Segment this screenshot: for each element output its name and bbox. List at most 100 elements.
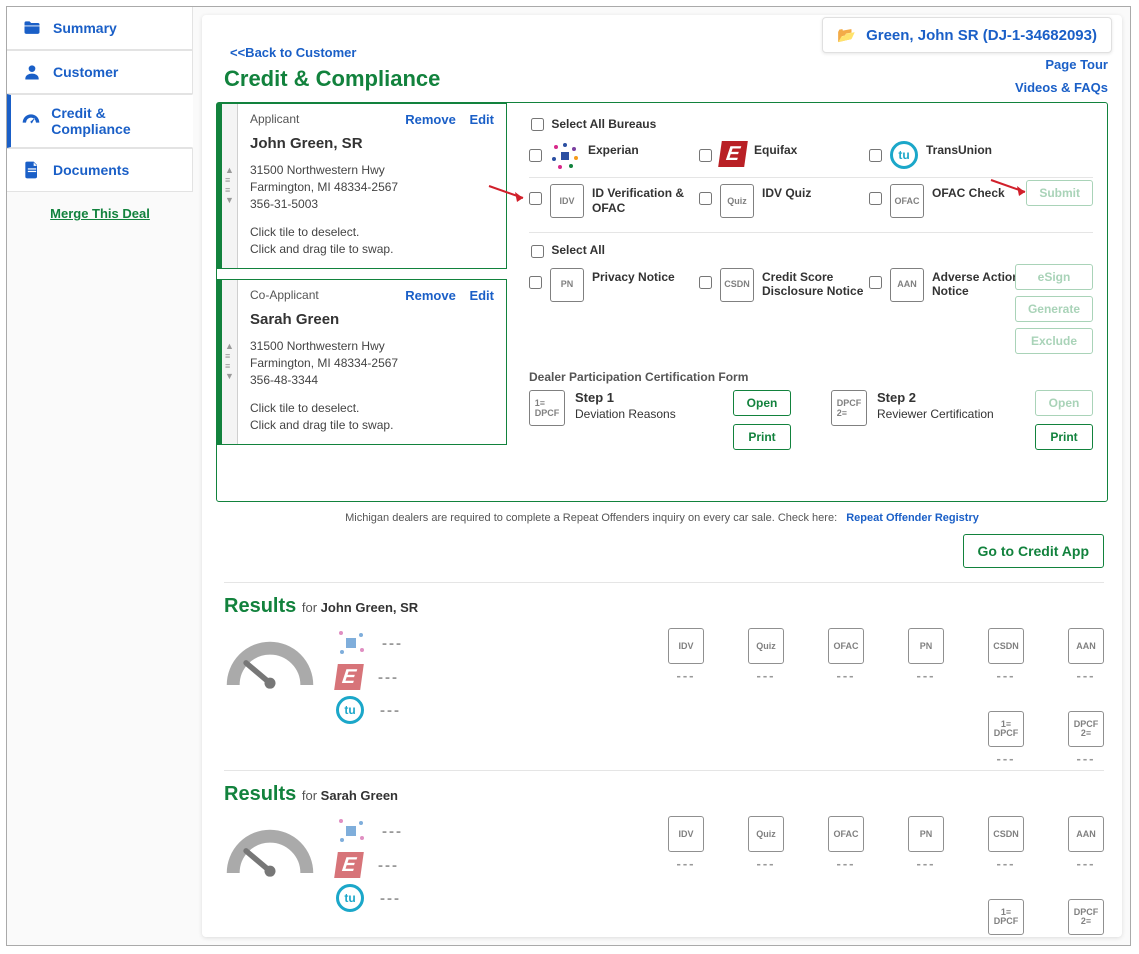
ofac-icon: OFAC <box>890 184 924 218</box>
transunion-icon: tu <box>336 884 364 912</box>
idv-ofac-checkbox[interactable] <box>529 192 542 205</box>
result-dpcf1[interactable]: 1≡DPCF--- <box>988 711 1024 766</box>
merge-deal-link[interactable]: Merge This Deal <box>7 192 193 235</box>
edit-link[interactable]: Edit <box>469 112 494 127</box>
ofac-checkbox[interactable] <box>869 192 882 205</box>
csdn-checkbox[interactable] <box>699 276 712 289</box>
gauge-icon <box>21 110 41 132</box>
annotation-arrow-icon <box>487 184 527 204</box>
result-ofac[interactable]: OFAC--- <box>828 816 864 871</box>
csdn-icon: CSDN <box>720 268 754 302</box>
repeat-offender-link[interactable]: Repeat Offender Registry <box>846 512 979 524</box>
quiz-icon: Quiz <box>720 184 754 218</box>
dpcf2-icon: DPCF2≡ <box>831 390 867 426</box>
nav-label: Credit & Compliance <box>51 105 178 137</box>
goto-credit-app-button[interactable]: Go to Credit App <box>963 534 1104 568</box>
idv-icon: IDV <box>550 184 584 218</box>
submit-button[interactable]: Submit <box>1026 180 1093 206</box>
csdn-item[interactable]: CSDN Credit Score Disclosure Notice <box>699 268 869 302</box>
coapplicant-tile[interactable]: ▲≡≡▼ Co-Applicant Remove Edit Sarah Gree… <box>217 279 507 445</box>
result-aan[interactable]: AAN--- <box>1068 628 1104 683</box>
result-aan[interactable]: AAN--- <box>1068 816 1104 871</box>
dpcf2-print-button[interactable]: Print <box>1035 424 1093 450</box>
bureau-experian[interactable]: Experian <box>529 141 699 171</box>
equifax-checkbox[interactable] <box>699 149 712 162</box>
transunion-icon: tu <box>890 141 918 169</box>
result-pn[interactable]: PN--- <box>908 816 944 871</box>
idv-quiz-item[interactable]: Quiz IDV Quiz <box>699 184 869 218</box>
result-dpcf1[interactable]: 1≡DPCF--- <box>988 899 1024 937</box>
result-ofac[interactable]: OFAC--- <box>828 628 864 683</box>
privacy-notice-item[interactable]: PN Privacy Notice <box>529 268 699 302</box>
compliance-panel: ▲≡≡▼ Applicant Remove Edit John Green, S… <box>216 102 1108 502</box>
edit-link[interactable]: Edit <box>469 288 494 303</box>
aan-item[interactable]: AAN Adverse Action Notice <box>869 268 1039 302</box>
aan-checkbox[interactable] <box>869 276 882 289</box>
select-all-bureaus-checkbox[interactable] <box>531 118 544 131</box>
privacy-notice-checkbox[interactable] <box>529 276 542 289</box>
generate-button[interactable]: Generate <box>1015 296 1093 322</box>
bureau-equifax[interactable]: E Equifax <box>699 141 869 167</box>
result-dpcf2[interactable]: DPCF2≡--- <box>1068 711 1104 766</box>
sidebar: Summary Customer Credit & Compliance Doc… <box>7 7 193 235</box>
result-quiz[interactable]: Quiz--- <box>748 628 784 683</box>
equifax-icon: E <box>334 852 364 878</box>
result-csdn[interactable]: CSDN--- <box>988 816 1024 871</box>
nav-customer[interactable]: Customer <box>7 50 193 94</box>
experian-icon <box>336 816 366 846</box>
folder-icon <box>21 17 43 39</box>
nav-credit-compliance[interactable]: Credit & Compliance <box>7 94 193 148</box>
remove-link[interactable]: Remove <box>405 288 456 303</box>
person-icon <box>21 61 43 83</box>
page-title: Credit & Compliance <box>202 60 1122 102</box>
dpcf1-icon: 1≡DPCF <box>529 390 565 426</box>
customer-badge[interactable]: 📂 Green, John SR (DJ-1-34682093) <box>822 17 1112 53</box>
results-applicant: Results for John Green, SR --- E--- tu--… <box>224 582 1104 766</box>
aan-icon: AAN <box>890 268 924 302</box>
result-idv[interactable]: IDV--- <box>668 628 704 683</box>
gauge-icon <box>224 628 316 696</box>
result-csdn[interactable]: CSDN--- <box>988 628 1024 683</box>
tile-role: Applicant <box>250 112 299 126</box>
bureau-transunion[interactable]: tu TransUnion <box>869 141 1039 169</box>
back-to-customer-link[interactable]: <<Back to Customer <box>230 45 356 60</box>
nav-documents[interactable]: Documents <box>7 148 193 192</box>
videos-faqs-link[interactable]: Videos & FAQs <box>1015 76 1108 99</box>
nav-summary[interactable]: Summary <box>7 7 193 50</box>
exclude-button[interactable]: Exclude <box>1015 328 1093 354</box>
nav-label: Customer <box>53 64 118 80</box>
experian-icon <box>336 628 366 658</box>
pn-icon: PN <box>550 268 584 302</box>
page-tour-link[interactable]: Page Tour <box>1015 53 1108 76</box>
result-idv[interactable]: IDV--- <box>668 816 704 871</box>
transunion-icon: tu <box>336 696 364 724</box>
dpcf1-print-button[interactable]: Print <box>733 424 791 450</box>
top-links: Page Tour Videos & FAQs <box>1015 53 1108 99</box>
drag-handle-icon[interactable]: ▲≡≡▼ <box>222 280 238 444</box>
esign-button[interactable]: eSign <box>1015 264 1093 290</box>
idv-ofac-item[interactable]: IDV ID Verification & OFAC <box>529 184 699 218</box>
select-all-notices-checkbox[interactable] <box>531 245 544 258</box>
drag-handle-icon[interactable]: ▲≡≡▼ <box>222 104 238 268</box>
dpcf1-open-button[interactable]: Open <box>733 390 791 416</box>
result-dpcf2[interactable]: DPCF2≡--- <box>1068 899 1104 937</box>
experian-checkbox[interactable] <box>529 149 542 162</box>
nav-label: Documents <box>53 162 129 178</box>
annotation-arrow-icon <box>989 178 1029 198</box>
equifax-icon: E <box>718 141 748 167</box>
remove-link[interactable]: Remove <box>405 112 456 127</box>
result-pn[interactable]: PN--- <box>908 628 944 683</box>
idv-quiz-checkbox[interactable] <box>699 192 712 205</box>
dpcf2-open-button[interactable]: Open <box>1035 390 1093 416</box>
results-coapplicant: Results for Sarah Green --- E--- tu--- I… <box>224 770 1104 937</box>
folder-open-icon: 📂 <box>837 27 856 44</box>
nav-label: Summary <box>53 20 117 36</box>
tile-role: Co-Applicant <box>250 288 319 302</box>
result-quiz[interactable]: Quiz--- <box>748 816 784 871</box>
footnote: Michigan dealers are required to complet… <box>202 502 1122 530</box>
equifax-icon: E <box>334 664 364 690</box>
content: 📂 Green, John SR (DJ-1-34682093) <<Back … <box>202 15 1122 937</box>
transunion-checkbox[interactable] <box>869 149 882 162</box>
experian-icon <box>550 141 580 171</box>
applicant-tile[interactable]: ▲≡≡▼ Applicant Remove Edit John Green, S… <box>217 103 507 269</box>
